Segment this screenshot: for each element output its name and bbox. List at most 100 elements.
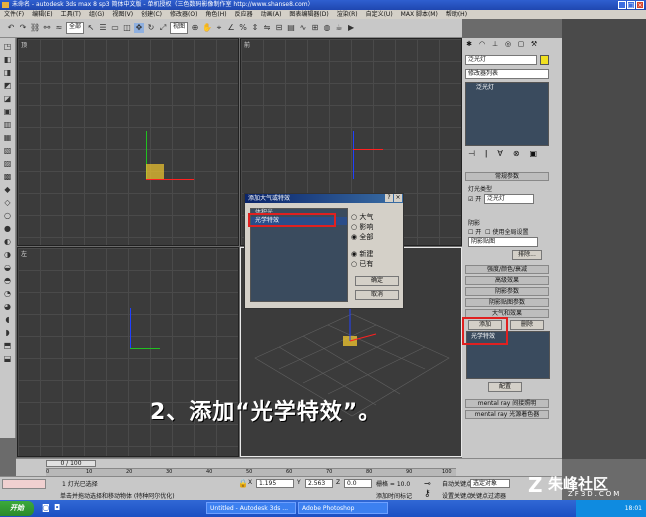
dialog-close-icon[interactable]: × [394, 194, 402, 202]
tool-icon-8[interactable]: ▦ [3, 133, 13, 143]
align-icon[interactable]: ⊟ [274, 23, 284, 33]
viewport-top[interactable]: 顶 [17, 38, 239, 246]
tool-icon-21[interactable]: ◕ [3, 302, 13, 312]
create-tab-icon[interactable]: ✱ [464, 40, 474, 50]
dialog-help-icon[interactable]: ? [385, 194, 393, 202]
time-slider[interactable]: 0 / 100 [46, 460, 96, 467]
object-name-field[interactable]: 泛光灯 [465, 55, 537, 65]
menu-reactor[interactable]: 反应器 [235, 10, 253, 19]
motion-tab-icon[interactable]: ◎ [503, 40, 513, 50]
tool-icon-2[interactable]: ◧ [3, 55, 13, 65]
menu-group[interactable]: 组(G) [89, 10, 104, 19]
tool-icon-12[interactable]: ◆ [3, 185, 13, 195]
tool-icon-17[interactable]: ◑ [3, 250, 13, 260]
percent-snap-icon[interactable]: % [238, 23, 248, 33]
unlink-icon[interactable]: ⚯ [42, 23, 52, 33]
rollout-general-params[interactable]: 常规参数 [465, 172, 549, 181]
menu-views[interactable]: 视图(V) [112, 10, 133, 19]
tool-icon-25[interactable]: ⬓ [3, 354, 13, 364]
select-scale-icon[interactable]: ⤢ [158, 23, 168, 33]
select-move-icon[interactable]: ✥ [134, 23, 145, 33]
menu-rendering[interactable]: 渲染(R) [337, 10, 358, 19]
viewport-label-left[interactable]: 左 [21, 249, 27, 258]
redo-icon[interactable]: ↷ [18, 23, 28, 33]
quicklaunch-icon-2[interactable]: ◘ [54, 503, 60, 512]
quicklaunch-icon-1[interactable]: ◙ [42, 503, 50, 512]
tool-icon-10[interactable]: ▨ [3, 159, 13, 169]
rollout-intensity-color[interactable]: 强度/颜色/衰减 [465, 265, 549, 274]
tool-icon-20[interactable]: ◔ [3, 289, 13, 299]
exclude-button[interactable]: 排除... [512, 250, 542, 260]
configure-sets-icon[interactable]: ▣ [530, 149, 538, 159]
pivot-center-icon[interactable]: ⊕ [190, 23, 200, 33]
select-object-icon[interactable]: ↖ [86, 23, 96, 33]
tool-icon-15[interactable]: ● [3, 224, 13, 234]
setup-button[interactable]: 配置 [488, 382, 522, 392]
rollout-shadow-map-params[interactable]: 阴影贴图参数 [465, 298, 549, 307]
rect-selection-icon[interactable]: ▭ [110, 23, 120, 33]
utilities-tab-icon[interactable]: ⚒ [529, 40, 539, 50]
pin-stack-icon[interactable]: ⊣ [468, 149, 475, 159]
light-type-dropdown[interactable]: 泛光灯 [484, 194, 534, 204]
angle-snap-icon[interactable]: ∠ [226, 23, 236, 33]
y-coord-field[interactable]: 2.563 [305, 479, 333, 488]
key-filters-button[interactable]: 关键点过滤器 [470, 491, 506, 500]
viewport-label-top[interactable]: 顶 [21, 40, 27, 49]
selected-dropdown[interactable]: 选定对象 [470, 479, 510, 488]
object-color-swatch[interactable] [540, 55, 549, 65]
menu-modifiers[interactable]: 修改器(O) [170, 10, 197, 19]
minimize-button[interactable]: _ [618, 1, 626, 9]
reference-coord-dropdown[interactable]: 视图 [170, 22, 189, 34]
lock-selection-icon[interactable]: 🔒 [238, 479, 248, 488]
rollout-advanced-effects[interactable]: 高级效果 [465, 276, 549, 285]
menu-customize[interactable]: 自定义(U) [366, 10, 393, 19]
light-gizmo-top[interactable] [146, 164, 164, 179]
menu-edit[interactable]: 编辑(E) [32, 10, 52, 19]
curve-editor-icon[interactable]: ∿ [298, 23, 308, 33]
rollout-mr-shader[interactable]: mental ray 光源着色器 [465, 410, 549, 419]
taskbar-item-3dsmax[interactable]: Untitled - Autodesk 3ds ... [206, 502, 296, 514]
modify-tab-icon[interactable]: ◠ [477, 40, 487, 50]
add-time-tag[interactable]: 添加时间标记 [376, 491, 412, 500]
menu-character[interactable]: 角色(H) [205, 10, 226, 19]
tool-icon-22[interactable]: ◖ [3, 315, 13, 325]
select-manipulate-icon[interactable]: ✋ [202, 23, 212, 33]
quick-render-icon[interactable]: ▶ [346, 23, 356, 33]
dialog-ok-button[interactable]: 确定 [355, 276, 399, 286]
remove-modifier-icon[interactable]: ⊗ [513, 149, 520, 159]
window-crossing-icon[interactable]: ◫ [122, 23, 132, 33]
make-unique-icon[interactable]: ∀ [497, 149, 502, 159]
z-coord-field[interactable]: 0.0 [344, 479, 372, 488]
tool-icon-16[interactable]: ◐ [3, 237, 13, 247]
tool-icon-23[interactable]: ◗ [3, 328, 13, 338]
key-mode-icon[interactable]: ⊸ [424, 479, 431, 488]
viewport-label-front[interactable]: 前 [244, 40, 250, 49]
tool-icon-18[interactable]: ◒ [3, 263, 13, 273]
select-rotate-icon[interactable]: ↻ [146, 23, 156, 33]
tool-icon-24[interactable]: ⬒ [3, 341, 13, 351]
timeline-track[interactable]: 0 10 20 30 40 50 60 70 80 90 100 [46, 468, 456, 476]
tool-icon-5[interactable]: ◪ [3, 94, 13, 104]
layer-manager-icon[interactable]: ▤ [286, 23, 296, 33]
modifier-stack[interactable]: 泛光灯 [465, 82, 549, 146]
menu-file[interactable]: 文件(F) [4, 10, 24, 19]
tool-icon-14[interactable]: ○ [3, 211, 13, 221]
taskbar-item-photoshop[interactable]: Adobe Photoshop [298, 502, 388, 514]
menu-graph-editors[interactable]: 图表编辑器(D) [289, 10, 328, 19]
tool-icon-19[interactable]: ◓ [3, 276, 13, 286]
start-button[interactable]: 开始 [0, 501, 34, 516]
rollout-shadow-params[interactable]: 阴影参数 [465, 287, 549, 296]
rollout-mr-indirect[interactable]: mental ray 间接照明 [465, 399, 549, 408]
menu-maxscript[interactable]: MAX 脚本(M) [401, 10, 438, 19]
spinner-snap-icon[interactable]: ⇕ [250, 23, 260, 33]
snap-toggle-icon[interactable]: ⌖ [214, 23, 224, 33]
material-editor-icon[interactable]: ◍ [322, 23, 332, 33]
set-key-toggle[interactable]: 设置关键点 [442, 491, 472, 500]
tool-icon-13[interactable]: ◇ [3, 198, 13, 208]
menu-create[interactable]: 创建(C) [141, 10, 162, 19]
bind-space-warp-icon[interactable]: ≈ [54, 23, 64, 33]
maximize-button[interactable]: □ [627, 1, 635, 9]
mirror-icon[interactable]: ⇋ [262, 23, 272, 33]
modifier-list-dropdown[interactable]: 修改器列表 [465, 69, 549, 79]
hierarchy-tab-icon[interactable]: ⊥ [490, 40, 500, 50]
